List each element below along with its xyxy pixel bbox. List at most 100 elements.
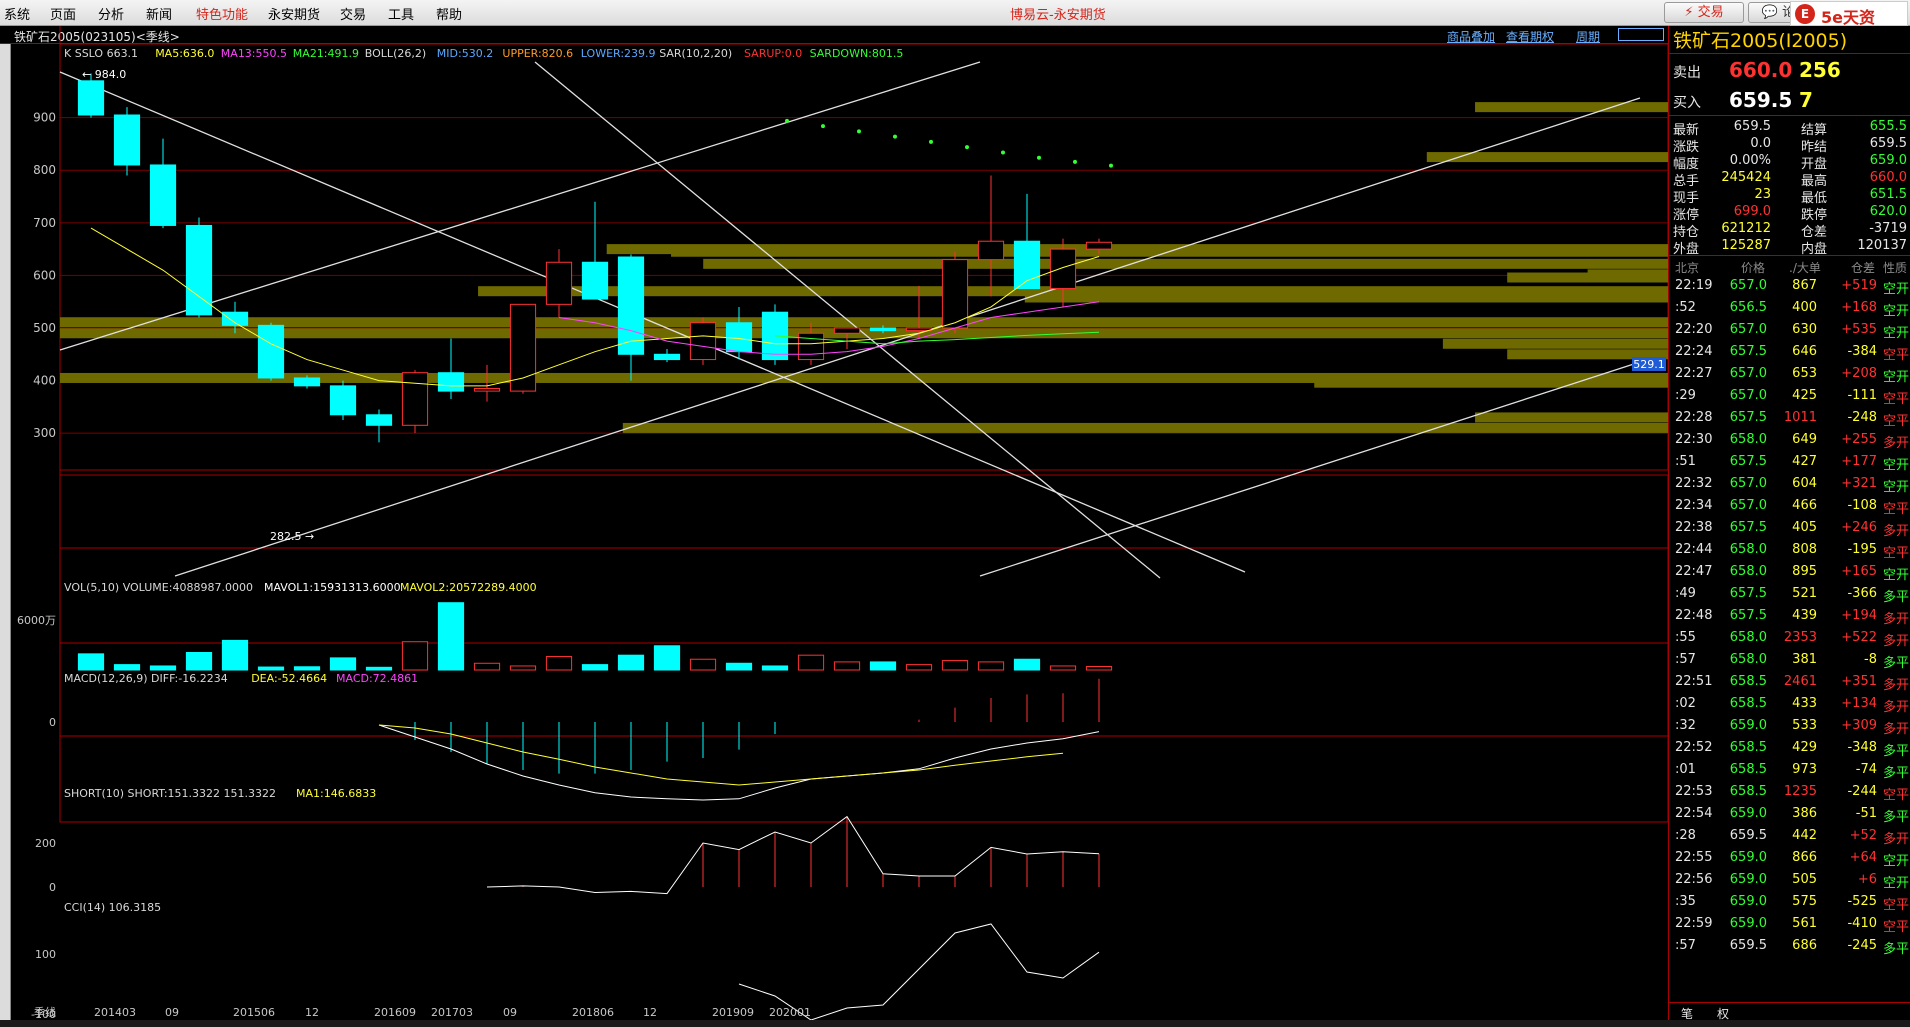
tick-row[interactable]: :01 658.5 973 -74 多平: [1669, 760, 1910, 782]
main-legend-7: LOWER:239.9: [581, 47, 656, 60]
tick-row[interactable]: 22:48 657.5 439 +194 多开: [1669, 606, 1910, 628]
candle-body: [545, 261, 573, 305]
buy-label: 买入: [1673, 95, 1701, 111]
volume-bar: [761, 665, 789, 671]
main-legend-4: BOLL(26,2): [365, 47, 426, 60]
volume-bar: [869, 661, 897, 671]
tick-cell: :29: [1675, 388, 1696, 403]
tick-cell: -244: [1847, 784, 1877, 799]
tick-row[interactable]: 22:44 658.0 808 -195 空平: [1669, 540, 1910, 562]
tick-row[interactable]: 22:30 658.0 649 +255 多开: [1669, 430, 1910, 452]
stat-value: -3719: [1869, 221, 1907, 236]
tick-row[interactable]: 22:53 658.5 1235 -244 空平: [1669, 782, 1910, 804]
buy-price[interactable]: 659.5: [1729, 88, 1792, 112]
tick-row[interactable]: :55 658.0 2353 +522 多开: [1669, 628, 1910, 650]
candle-body: [293, 377, 321, 387]
tick-row[interactable]: :57 659.5 686 -245 多平: [1669, 936, 1910, 958]
volume-bar: [653, 645, 681, 671]
tick-row[interactable]: 22:24 657.5 646 -384 空平: [1669, 342, 1910, 364]
tick-row[interactable]: 22:56 659.0 505 +6 空开: [1669, 870, 1910, 892]
tick-cell: 657.5: [1729, 608, 1767, 623]
tick-cell: 1011: [1783, 410, 1817, 425]
sar-dot: [893, 134, 897, 139]
tick-row[interactable]: :49 657.5 521 -366 多平: [1669, 584, 1910, 606]
x-tick-label: 201909: [712, 1006, 754, 1019]
tick-row[interactable]: :29 657.0 425 -111 空平: [1669, 386, 1910, 408]
tick-row[interactable]: 22:32 657.0 604 +321 空开: [1669, 474, 1910, 496]
tick-cell: 657.0: [1729, 476, 1767, 491]
tick-row[interactable]: 22:19 657.0 867 +519 空开: [1669, 276, 1910, 298]
tick-cell: -245: [1847, 938, 1877, 953]
tick-cell: 656.5: [1729, 300, 1767, 315]
cci-tick-label: 100: [35, 948, 56, 961]
tick-row[interactable]: :35 659.0 575 -525 空平: [1669, 892, 1910, 914]
tick-cell: 空平: [1883, 920, 1910, 935]
sar-dot: [1073, 159, 1077, 164]
tick-cell: 659.0: [1729, 718, 1767, 733]
tick-row[interactable]: :28 659.5 442 +52 多开: [1669, 826, 1910, 848]
tick-cell: :55: [1675, 630, 1696, 645]
price-tick-label: 600: [33, 268, 56, 282]
tick-row[interactable]: :51 657.5 427 +177 空开: [1669, 452, 1910, 474]
depth-bar: [1024, 292, 1668, 303]
tick-cell: 659.5: [1729, 828, 1767, 843]
candle-body: [185, 224, 213, 316]
tick-row[interactable]: 22:54 659.0 386 -51 多平: [1669, 804, 1910, 826]
tick-row[interactable]: 22:34 657.0 466 -108 空平: [1669, 496, 1910, 518]
sell-label: 卖出: [1673, 65, 1701, 81]
candle-body: [1049, 248, 1077, 290]
tick-cell: +177: [1841, 454, 1877, 469]
sell-price[interactable]: 660.0: [1729, 58, 1792, 82]
tick-row[interactable]: 22:28 657.5 1011 -248 空平: [1669, 408, 1910, 430]
chart-area[interactable]: 900 800 700 600 500 400 300 ← 984.0 282.5 → 529.1…: [0, 0, 1668, 1020]
sar-dot: [965, 145, 969, 150]
tick-cell: 895: [1792, 564, 1817, 579]
tick-cell: 22:56: [1675, 872, 1713, 887]
tick-cell: 22:44: [1675, 542, 1713, 557]
main-legend-6: UPPER:820.6: [502, 47, 573, 60]
x-tick-label: 201703: [431, 1006, 473, 1019]
volume-bar: [617, 654, 645, 671]
sar-dot: [929, 139, 933, 144]
tick-cell: 439: [1792, 608, 1817, 623]
tick-cell: 657.5: [1729, 344, 1767, 359]
trade-button[interactable]: ⚡ 交易: [1664, 2, 1744, 23]
chat-icon: 💬: [1761, 5, 1779, 20]
x-tick-label: 201806: [572, 1006, 614, 1019]
candle-body: [113, 114, 141, 166]
tick-cell: -8: [1864, 652, 1877, 667]
x-tick-label: 201609: [374, 1006, 416, 1019]
candle-body: [617, 256, 645, 355]
macd-tick-label: 0: [49, 716, 56, 729]
tick-row[interactable]: :32 659.0 533 +309 多开: [1669, 716, 1910, 738]
tick-row[interactable]: 22:38 657.5 405 +246 多开: [1669, 518, 1910, 540]
tick-row[interactable]: :57 658.0 381 -8 多平: [1669, 650, 1910, 672]
tick-row[interactable]: 22:55 659.0 866 +64 空开: [1669, 848, 1910, 870]
tick-cell: 空开: [1883, 876, 1910, 891]
quote-panel: 铁矿石2005(I2005) 卖出 660.0 256 买入 659.5 7 最…: [1668, 26, 1910, 1021]
tick-cell: 657.0: [1729, 366, 1767, 381]
stat-value: 655.5: [1869, 119, 1907, 134]
main-legend-10: SARDOWN:801.5: [810, 47, 904, 60]
volume-bar: [725, 662, 753, 671]
tick-cell: :49: [1675, 586, 1696, 601]
tick-cell: 空平: [1883, 546, 1910, 561]
candle-body: [257, 324, 285, 379]
price-tick-label: 500: [33, 321, 56, 335]
volume-bar: [113, 664, 141, 671]
tick-row[interactable]: :02 658.5 433 +134 多开: [1669, 694, 1910, 716]
tick-row[interactable]: 22:47 658.0 895 +165 空开: [1669, 562, 1910, 584]
tick-cell: 808: [1792, 542, 1817, 557]
trend-line: [979, 361, 1641, 577]
tick-row[interactable]: 22:20 657.0 630 +535 空开: [1669, 320, 1910, 342]
main-legend-1: MA5:636.0: [155, 47, 214, 60]
tick-row[interactable]: 22:52 658.5 429 -348 多平: [1669, 738, 1910, 760]
tick-row[interactable]: 22:59 659.0 561 -410 空平: [1669, 914, 1910, 936]
tick-cell: -525: [1847, 894, 1877, 909]
depth-bar: [1426, 152, 1668, 163]
tick-row[interactable]: 22:51 658.5 2461 +351 多开: [1669, 672, 1910, 694]
tick-row[interactable]: 22:27 657.0 653 +208 空开: [1669, 364, 1910, 386]
tick-row[interactable]: :52 656.5 400 +168 空开: [1669, 298, 1910, 320]
tick-list[interactable]: 22:19 657.0 867 +519 空开:52 656.5 400 +168 空开 22:2…: [1669, 276, 1910, 996]
volume-bar: [941, 660, 969, 671]
